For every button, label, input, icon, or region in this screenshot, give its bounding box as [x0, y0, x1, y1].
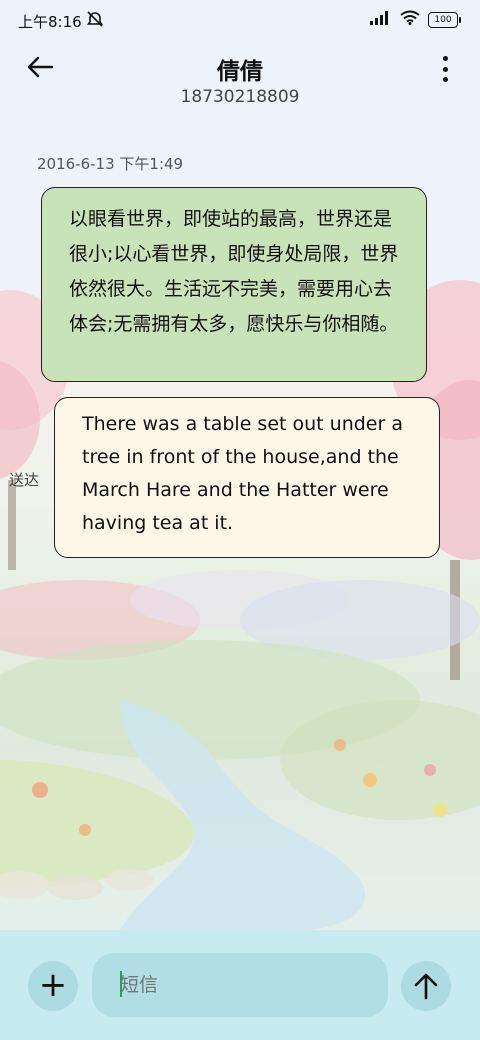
- status-bar: 上午8:16 100: [0, 0, 480, 40]
- send-button[interactable]: [401, 961, 451, 1011]
- status-time: 上午8:16: [18, 13, 82, 31]
- contact-name: 倩倩: [217, 59, 263, 85]
- mute-icon: [86, 10, 104, 32]
- wifi-icon: [400, 10, 420, 29]
- message-input[interactable]: [92, 953, 388, 1017]
- conversation-header: 倩倩 18730218809: [0, 40, 480, 120]
- more-vert-icon[interactable]: [440, 56, 450, 82]
- plus-icon[interactable]: +: [28, 961, 78, 1011]
- send-arrow-icon: [414, 972, 438, 1004]
- phone-number: 18730218809: [180, 87, 300, 107]
- received-message-bubble[interactable]: 以眼看世界，即使站的最高，世界还是很小;以心看世界，即使身处局限，世界依然很大。…: [41, 187, 427, 382]
- text-caret: [120, 971, 122, 997]
- message-text: 以眼看世界，即使站的最高，世界还是很小;以心看世界，即使身处局限，世界依然很大。…: [69, 208, 399, 335]
- message-timestamp: 2016-6-13 下午1:49: [37, 155, 184, 173]
- battery-indicator: 100: [428, 11, 461, 28]
- sent-message-bubble[interactable]: There was a table set out under a tree i…: [54, 397, 440, 558]
- message-text: There was a table set out under a tree i…: [82, 413, 403, 534]
- signal-icon: [370, 10, 392, 29]
- composer-bar: +: [0, 930, 480, 1040]
- delivery-status: 送达: [9, 471, 40, 489]
